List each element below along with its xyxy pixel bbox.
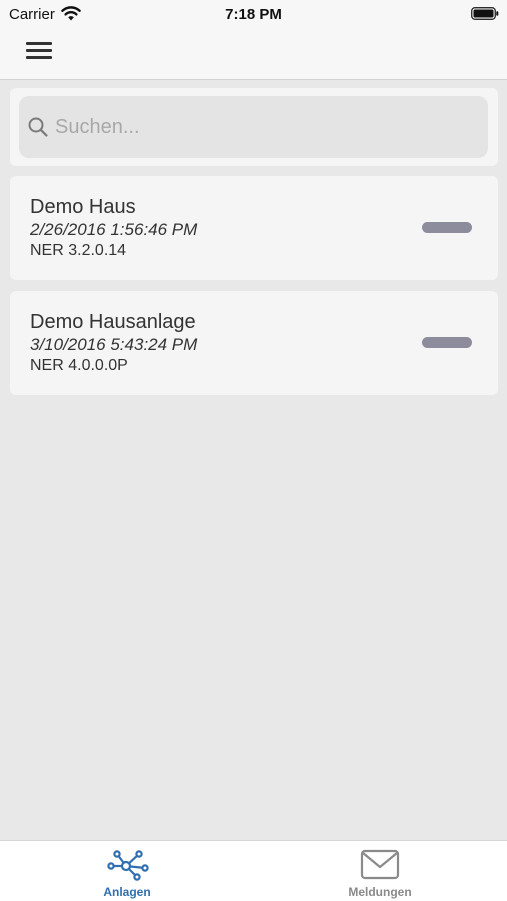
battery-icon <box>471 7 499 20</box>
list-item[interactable]: Demo Haus 2/26/2016 1:56:46 PM NER 3.2.0… <box>10 176 498 280</box>
status-bar: Carrier 7:18 PM <box>0 0 507 28</box>
item-version: NER 4.0.0.0P <box>30 357 128 374</box>
search-icon <box>28 117 48 137</box>
tab-anlagen[interactable]: Anlagen <box>0 841 254 901</box>
search-bar <box>10 88 498 166</box>
clock-time: 7:18 PM <box>225 6 282 23</box>
network-nodes-icon <box>107 850 149 881</box>
tab-meldungen[interactable]: Meldungen <box>254 841 507 901</box>
tab-label: Anlagen <box>103 885 151 899</box>
item-version: NER 3.2.0.14 <box>30 242 127 259</box>
item-title: Demo Haus <box>30 196 136 218</box>
envelope-icon <box>360 849 400 880</box>
tab-label: Meldungen <box>348 885 412 899</box>
item-title: Demo Hausanlage <box>30 311 196 333</box>
list-item[interactable]: Demo Hausanlage 3/10/2016 5:43:24 PM NER… <box>10 291 498 395</box>
tab-bar: Anlagen Meldungen <box>0 840 507 901</box>
navigation-bar <box>0 28 507 80</box>
search-input[interactable] <box>55 114 475 140</box>
status-indicator <box>422 222 472 233</box>
item-date: 3/10/2016 5:43:24 PM <box>30 335 198 354</box>
search-field[interactable] <box>19 96 488 158</box>
hamburger-menu-icon[interactable] <box>24 38 54 64</box>
status-indicator <box>422 337 472 348</box>
item-date: 2/26/2016 1:56:46 PM <box>30 220 198 239</box>
